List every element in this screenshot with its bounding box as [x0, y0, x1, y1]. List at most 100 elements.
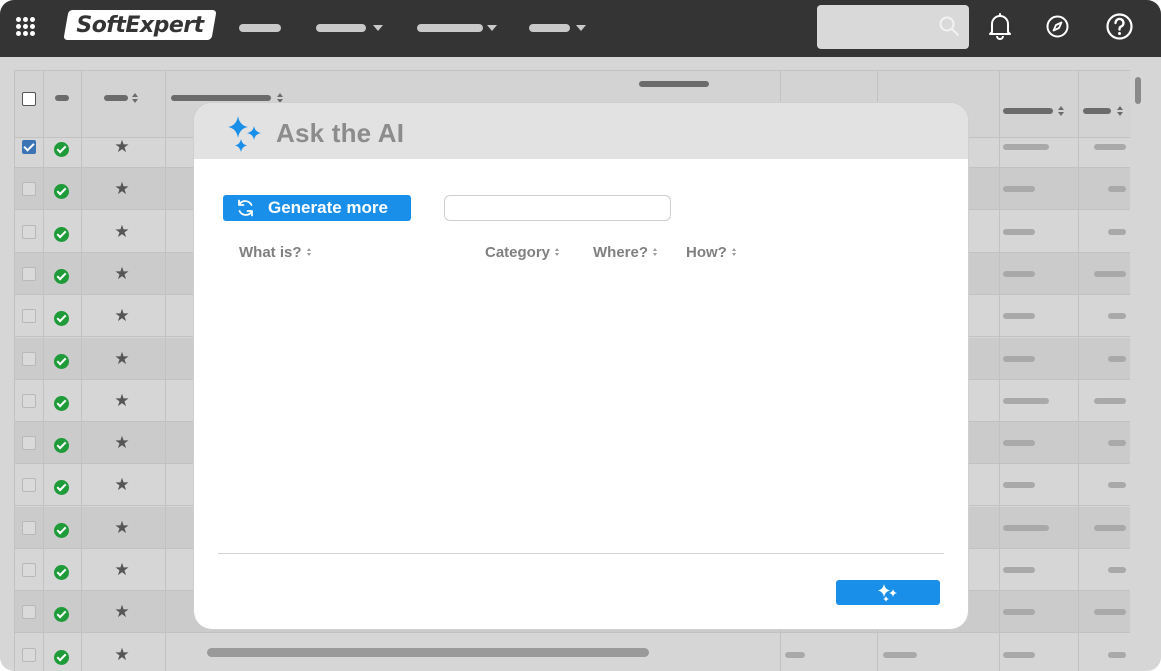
cell-value: [1003, 651, 1035, 658]
apps-grid-icon[interactable]: [16, 17, 35, 36]
column-divider: [165, 70, 166, 671]
row-checkbox[interactable]: [22, 647, 36, 662]
star-icon[interactable]: ★: [114, 350, 130, 367]
cell-value: [1003, 440, 1035, 447]
row-checkbox[interactable]: [22, 393, 36, 408]
sort-icon[interactable]: [132, 93, 138, 103]
row-checkbox[interactable]: [22, 266, 36, 281]
cell-value: [1094, 270, 1126, 277]
nav-menu-item-1[interactable]: [239, 24, 281, 32]
status-ok-icon: [54, 226, 69, 242]
row-checkbox[interactable]: [22, 436, 36, 451]
sort-icon[interactable]: [277, 93, 283, 103]
column-group-header: [639, 81, 709, 87]
nav-menu-item-3[interactable]: [417, 24, 483, 32]
cell-value: [1094, 397, 1126, 404]
vertical-scrollbar-thumb[interactable]: [1135, 77, 1141, 104]
cell-value: [1003, 567, 1035, 573]
cell-value: [1003, 355, 1035, 362]
column-header-status[interactable]: [55, 95, 69, 101]
sort-icon[interactable]: [1117, 106, 1123, 116]
cell-value: [1108, 313, 1126, 320]
generate-more-label: Generate more: [268, 198, 388, 217]
cell-value: [1003, 144, 1049, 150]
column-label: Category: [485, 244, 551, 261]
star-icon[interactable]: ★: [114, 604, 130, 621]
star-icon[interactable]: ★: [114, 435, 130, 452]
vertical-scrollbar[interactable]: [1131, 70, 1145, 671]
status-ok-icon: [54, 565, 69, 580]
compass-icon[interactable]: [1045, 14, 1070, 39]
column-divider: [999, 70, 1000, 671]
ask-the-ai-dialog: Ask the AI Generate more What is? Catego…: [194, 103, 968, 629]
star-icon[interactable]: ★: [114, 477, 130, 494]
row-checkbox[interactable]: [22, 182, 36, 197]
nav-menu-item-4[interactable]: [529, 24, 570, 32]
status-ok-icon: [54, 395, 69, 411]
star-icon[interactable]: ★: [114, 519, 130, 536]
cell-value: [1003, 482, 1035, 489]
star-icon[interactable]: ★: [114, 646, 130, 663]
row-checkbox[interactable]: [22, 605, 36, 620]
row-checkbox[interactable]: [22, 520, 36, 535]
horizontal-scrollbar-thumb[interactable]: [207, 648, 649, 657]
star-icon[interactable]: ★: [114, 308, 130, 325]
column-header-where[interactable]: Where?: [593, 244, 658, 261]
cell-value: [1108, 482, 1126, 489]
column-header-favorite[interactable]: [104, 95, 128, 101]
column-header-category[interactable]: Category: [485, 244, 560, 261]
star-icon[interactable]: ★: [114, 223, 130, 240]
column-divider: [43, 70, 44, 671]
column-header-what-is[interactable]: What is?: [239, 244, 312, 261]
nav-menu-item-2[interactable]: [316, 24, 366, 32]
chevron-down-icon: [373, 25, 383, 31]
dialog-title: Ask the AI: [276, 118, 405, 148]
status-ok-icon: [54, 438, 69, 454]
sparkle-icon: [878, 584, 897, 602]
cell-value: [1003, 228, 1035, 235]
column-divider: [1078, 70, 1079, 671]
cell-value: [1003, 524, 1049, 531]
sparkle-icon: [228, 116, 261, 152]
column-label: What is?: [239, 244, 302, 261]
sort-icon: [653, 247, 658, 257]
filter-input[interactable]: [444, 195, 671, 221]
help-icon[interactable]: [1105, 12, 1134, 41]
column-header-8[interactable]: [1083, 108, 1111, 114]
column-header-7[interactable]: [1003, 108, 1053, 114]
cell-value: [1003, 397, 1049, 404]
cell-value: [1108, 567, 1126, 573]
chevron-down-icon: [487, 25, 497, 31]
row-checkbox[interactable]: [22, 351, 36, 366]
column-header-how[interactable]: How?: [686, 244, 737, 261]
cell-value: [1003, 313, 1035, 320]
row-checkbox[interactable]: [22, 478, 36, 493]
column-label: How?: [686, 244, 727, 261]
column-divider: [14, 70, 15, 671]
status-ok-icon: [54, 142, 69, 157]
sort-icon[interactable]: [1058, 106, 1064, 116]
star-icon[interactable]: ★: [114, 181, 130, 198]
cell-value: [1108, 440, 1126, 447]
row-checkbox[interactable]: [22, 140, 36, 154]
star-icon[interactable]: ★: [114, 139, 130, 156]
generate-more-button[interactable]: Generate more: [223, 195, 411, 221]
search-icon[interactable]: [938, 15, 960, 37]
top-navigation-bar: SoftExpert: [0, 0, 1161, 57]
softexpert-logo[interactable]: SoftExpert: [70, 11, 210, 41]
cell-value: [1094, 524, 1126, 531]
row-checkbox[interactable]: [22, 563, 36, 577]
bell-icon[interactable]: [987, 12, 1013, 40]
row-checkbox[interactable]: [22, 224, 36, 239]
cell-value: [1003, 609, 1035, 616]
select-all-checkbox[interactable]: [22, 92, 36, 106]
cell-value: [1108, 651, 1126, 658]
column-header-title[interactable]: [171, 95, 271, 101]
star-icon[interactable]: ★: [114, 562, 130, 579]
sort-icon: [306, 247, 312, 257]
star-icon[interactable]: ★: [114, 265, 130, 282]
row-checkbox[interactable]: [22, 309, 36, 324]
ask-ai-button[interactable]: [836, 580, 940, 605]
star-icon[interactable]: ★: [114, 392, 130, 409]
cell-value: [1003, 186, 1035, 193]
